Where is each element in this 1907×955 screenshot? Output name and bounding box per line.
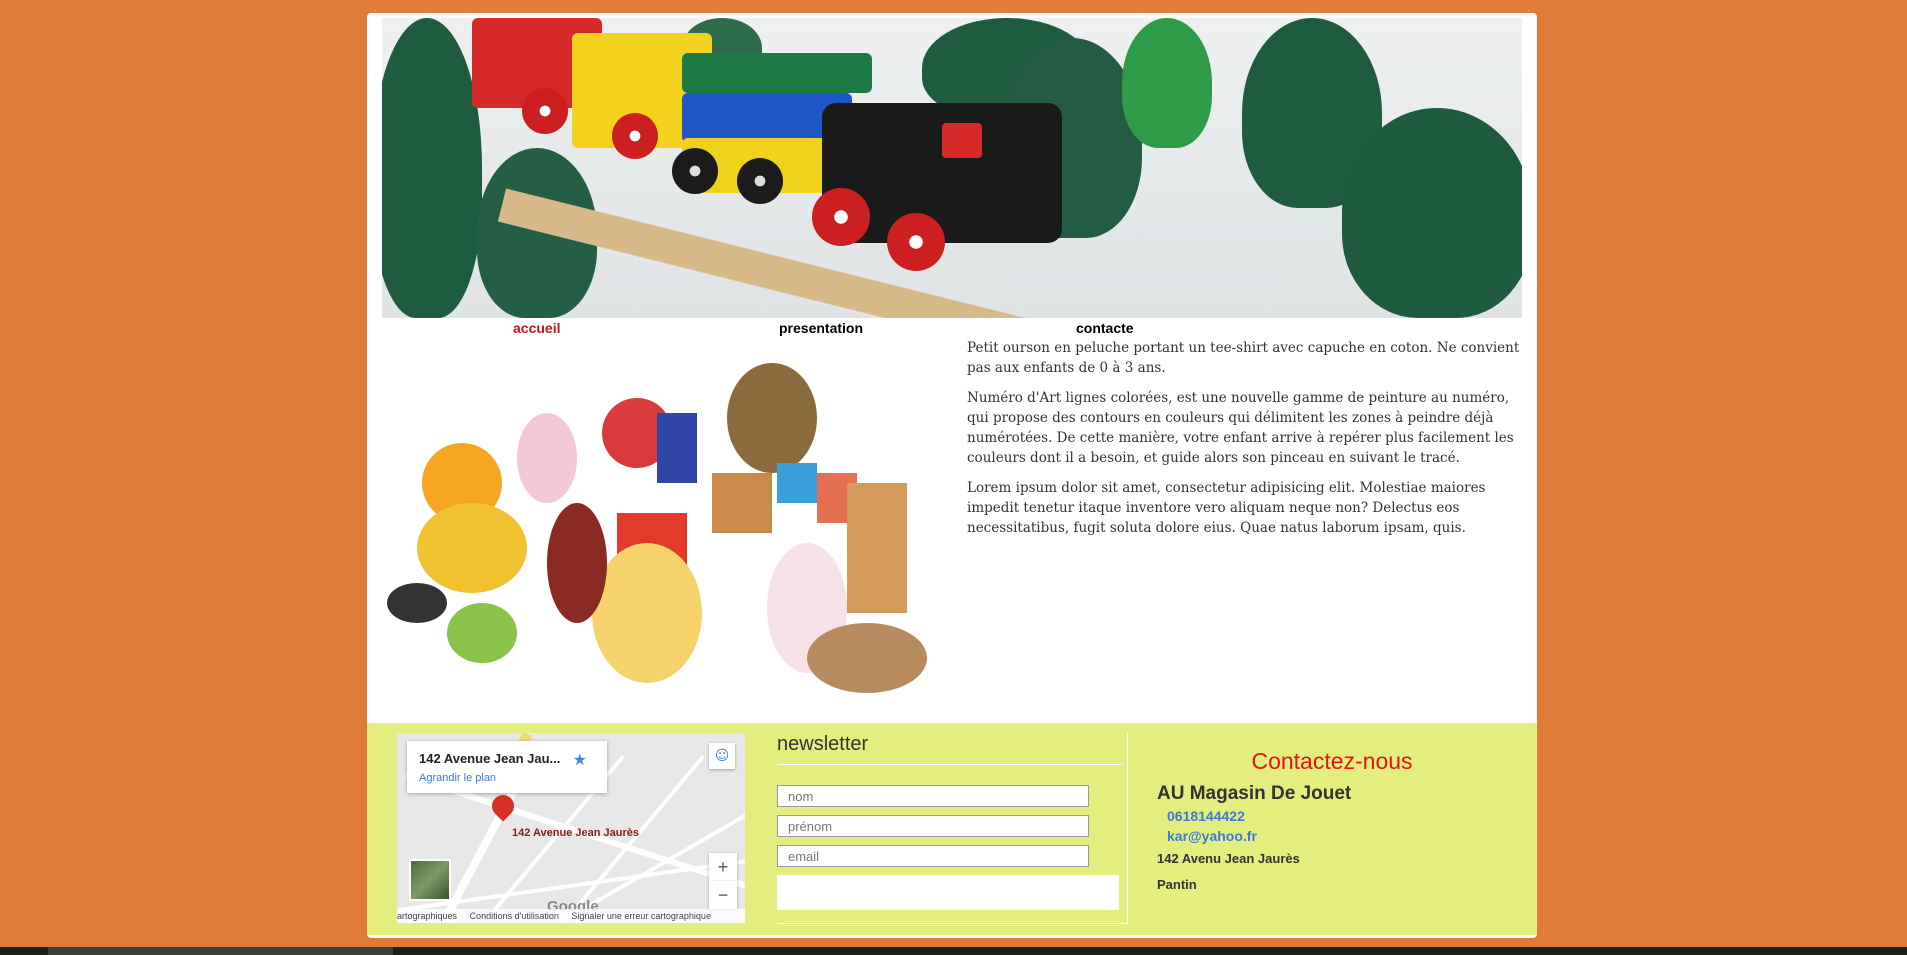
train-car-green bbox=[682, 53, 872, 93]
newsletter-form: newsletter bbox=[777, 733, 1128, 924]
block-shape bbox=[657, 413, 697, 483]
map-footer-item[interactable]: Signaler une erreur cartographique bbox=[571, 911, 711, 921]
google-map-embed[interactable]: 142 Avenue Jean Jau... ★ Agrandir le pla… bbox=[397, 733, 745, 923]
clown-body-shape bbox=[417, 503, 527, 593]
blocks-tower-shape bbox=[847, 483, 907, 613]
star-icon[interactable]: ★ bbox=[573, 750, 587, 770]
wheel bbox=[737, 158, 783, 204]
newsletter-submit-button[interactable] bbox=[777, 875, 1119, 910]
wheel bbox=[812, 188, 870, 246]
prenom-input[interactable] bbox=[777, 815, 1089, 837]
elf-shape bbox=[547, 503, 607, 623]
page-container: accueil presentation contacte Petit ours… bbox=[367, 13, 1537, 938]
wheel bbox=[672, 148, 718, 194]
paragraph: Lorem ipsum dolor sit amet, consectetur … bbox=[967, 480, 1486, 536]
taskbar-segment bbox=[48, 947, 393, 955]
contact-section: Contactez-nous AU Magasin De Jouet 06181… bbox=[1157, 733, 1527, 923]
toy-shape bbox=[387, 583, 447, 623]
divider bbox=[777, 764, 1123, 765]
phone-link[interactable]: 0618144422 bbox=[1167, 808, 1245, 824]
shop-name: AU Magasin De Jouet bbox=[1157, 783, 1352, 804]
contact-heading: Contactez-nous bbox=[1251, 748, 1413, 774]
email-link[interactable]: kar@yahoo.fr bbox=[1167, 828, 1257, 844]
tree-shape bbox=[382, 18, 482, 318]
description-text: Petit ourson en peluche portant un tee-s… bbox=[967, 338, 1527, 548]
teddy-bear-shape bbox=[727, 363, 817, 473]
satellite-toggle-button[interactable] bbox=[409, 859, 451, 901]
enlarge-map-link[interactable]: Agrandir le plan bbox=[419, 772, 496, 784]
nav-link-accueil[interactable]: accueil bbox=[513, 320, 560, 336]
map-footer: artographiques Conditions d'utilisation … bbox=[397, 909, 745, 923]
train-chimney bbox=[942, 123, 982, 158]
street-view-pegman-icon[interactable]: ☺ bbox=[709, 743, 735, 769]
doll-shape bbox=[592, 543, 702, 683]
nav-link-presentation[interactable]: presentation bbox=[779, 320, 863, 336]
block-shape bbox=[777, 463, 817, 503]
paragraph: Numéro d'Art lignes colorées, est une no… bbox=[967, 390, 1514, 466]
banner-image-toy-train bbox=[382, 18, 1522, 318]
zoom-in-button[interactable]: + bbox=[709, 853, 737, 881]
map-place-title: 142 Avenue Jean Jau... bbox=[419, 751, 561, 766]
wheel bbox=[887, 213, 945, 271]
tree-shape bbox=[1122, 18, 1212, 148]
map-footer-item[interactable]: artographiques bbox=[397, 911, 457, 921]
block-shape bbox=[712, 473, 772, 533]
map-footer-item[interactable]: Conditions d'utilisation bbox=[470, 911, 559, 921]
wheel bbox=[522, 88, 568, 134]
map-pin-label: 142 Avenue Jean Jaurès bbox=[512, 827, 639, 839]
address-line: 142 Avenu Jean Jaurès bbox=[1157, 851, 1300, 866]
nom-input[interactable] bbox=[777, 785, 1089, 807]
paragraph: Petit ourson en peluche portant un tee-s… bbox=[967, 340, 1520, 376]
tree-shape bbox=[1342, 108, 1522, 318]
city-line: Pantin bbox=[1157, 877, 1197, 892]
bottom-taskbar bbox=[0, 947, 1907, 955]
zoom-out-button[interactable]: − bbox=[709, 881, 737, 909]
main-nav: accueil presentation contacte bbox=[367, 320, 1134, 340]
rocking-horse-shape bbox=[807, 623, 927, 693]
newsletter-title: newsletter bbox=[777, 733, 869, 755]
bunny-shape bbox=[517, 413, 577, 503]
map-place-card: 142 Avenue Jean Jau... ★ Agrandir le pla… bbox=[407, 741, 607, 793]
nav-link-contacte[interactable]: contacte bbox=[1076, 320, 1134, 336]
toys-collage-image bbox=[387, 353, 939, 723]
toy-shape bbox=[447, 603, 517, 663]
email-input[interactable] bbox=[777, 845, 1089, 867]
wheel bbox=[612, 113, 658, 159]
footer: 142 Avenue Jean Jau... ★ Agrandir le pla… bbox=[367, 723, 1537, 935]
